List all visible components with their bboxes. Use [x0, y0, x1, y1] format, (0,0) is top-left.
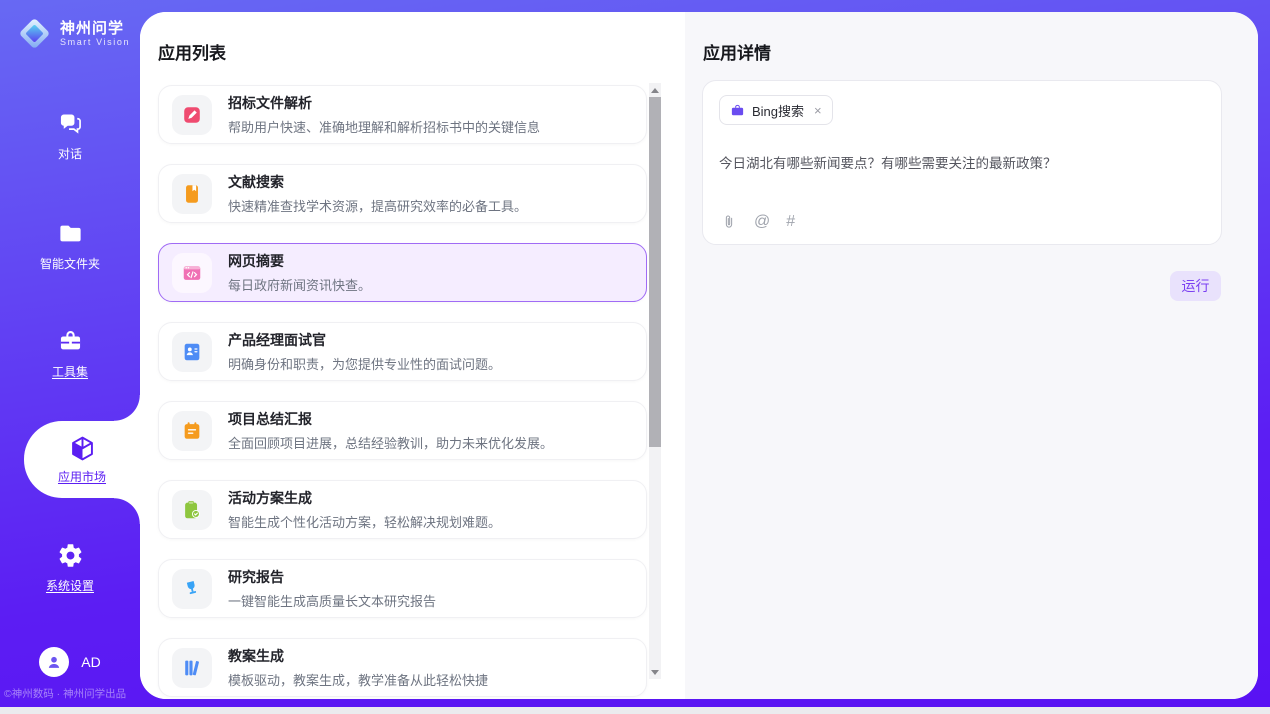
app-name: 招标文件解析	[228, 93, 540, 113]
sidebar-item-label: 应用市场	[58, 468, 106, 485]
app-name: 研究报告	[228, 567, 436, 587]
scroll-up-icon[interactable]	[649, 83, 661, 97]
scrollbar-thumb[interactable]	[649, 97, 661, 447]
sidebar-footer: ©神州数码 · 神州问学出品	[4, 686, 140, 701]
scroll-down-icon[interactable]	[649, 665, 661, 679]
prompt-input[interactable]: 今日湖北有哪些新闻要点？有哪些需要关注的最新政策？	[719, 152, 1205, 172]
app-name: 活动方案生成	[228, 488, 501, 508]
sidebar-item-app-market[interactable]: 应用市场	[24, 421, 140, 498]
app-desc: 全面回顾项目进展，总结经验教训，助力未来优化发展。	[228, 433, 553, 452]
run-button[interactable]: 运行	[1170, 271, 1221, 301]
app-desc: 智能生成个性化活动方案，轻松解决规划难题。	[228, 512, 501, 531]
edit-doc-icon	[172, 95, 212, 135]
interview-icon	[172, 332, 212, 372]
app-desc: 帮助用户快速、准确地理解和解析招标书中的关键信息	[228, 117, 540, 136]
toolbox-icon	[57, 328, 84, 355]
books-icon	[172, 648, 212, 688]
gear-icon	[57, 542, 84, 569]
app-desc: 明确身份和职责，为您提供专业性的面试问题。	[228, 354, 501, 373]
app-desc: 模板驱动，教案生成，教学准备从此轻松快捷	[228, 670, 488, 689]
folder-icon	[57, 220, 84, 247]
app-card-bid-parse[interactable]: 招标文件解析 帮助用户快速、准确地理解和解析招标书中的关键信息	[158, 85, 647, 144]
sidebar-item-label: 对话	[58, 145, 82, 162]
app-list-panel: 应用列表 招标文件解析 帮助用户快速、准确地理解和解析招标书中的关键信息	[140, 12, 685, 699]
logo: 神州问学 Smart Vision	[16, 15, 130, 52]
app-desc: 快速精准查找学术资源，提高研究效率的必备工具。	[228, 196, 527, 215]
chat-icon	[57, 110, 84, 137]
book-icon	[172, 174, 212, 214]
cube-icon	[68, 434, 97, 463]
close-icon[interactable]: ×	[814, 103, 822, 118]
app-card-lesson-plan[interactable]: 教案生成 模板驱动，教案生成，教学准备从此轻松快捷	[158, 638, 647, 697]
app-name: 文献搜索	[228, 172, 527, 192]
list-scrollbar[interactable]	[649, 83, 661, 679]
app-name: 教案生成	[228, 646, 488, 666]
app-desc: 每日政府新闻资讯快查。	[228, 275, 371, 294]
app-card-research-report[interactable]: 研究报告 一键智能生成高质量长文本研究报告	[158, 559, 647, 618]
person-icon	[44, 652, 64, 672]
input-toolbar: @ #	[720, 213, 795, 231]
sidebar-item-label: 智能文件夹	[40, 255, 100, 272]
hash-icon[interactable]: #	[786, 213, 795, 231]
app-detail-panel: 应用详情 Bing搜索 × 今日湖北有哪些新闻要点？有哪些需要关注的最新政策？ …	[685, 12, 1258, 699]
app-card-literature-search[interactable]: 文献搜索 快速精准查找学术资源，提高研究效率的必备工具。	[158, 164, 647, 223]
mention-icon[interactable]: @	[754, 213, 770, 231]
sidebar-item-label: 工具集	[52, 363, 88, 380]
logo-diamond-icon	[16, 15, 53, 52]
app-list: 招标文件解析 帮助用户快速、准确地理解和解析招标书中的关键信息 文献搜索 快速精…	[158, 85, 647, 697]
user-row[interactable]: AD	[0, 647, 140, 677]
app-desc: 一键智能生成高质量长文本研究报告	[228, 591, 436, 610]
paperclip-icon[interactable]	[720, 213, 738, 231]
app-card-pm-interviewer[interactable]: 产品经理面试官 明确身份和职责，为您提供专业性的面试问题。	[158, 322, 647, 381]
app-card-event-plan[interactable]: 活动方案生成 智能生成个性化活动方案，轻松解决规划难题。	[158, 480, 647, 539]
app-name: 网页摘要	[228, 251, 371, 271]
sidebar-item-toolset[interactable]: 工具集	[0, 328, 140, 380]
tool-tag-label: Bing搜索	[752, 101, 804, 120]
app-detail-title: 应用详情	[703, 39, 771, 64]
briefcase-icon	[730, 103, 745, 118]
logo-title: 神州问学	[60, 20, 130, 37]
logo-subtitle: Smart Vision	[60, 37, 130, 47]
app-name: 产品经理面试官	[228, 330, 501, 350]
avatar	[39, 647, 69, 677]
app-window: 神州问学 Smart Vision 对话 智能文件夹 工具	[0, 0, 1270, 707]
app-list-title: 应用列表	[158, 39, 226, 64]
report-note-icon	[172, 411, 212, 451]
sidebar: 神州问学 Smart Vision 对话 智能文件夹 工具	[0, 0, 140, 707]
browser-code-icon	[172, 253, 212, 293]
prompt-card: Bing搜索 × 今日湖北有哪些新闻要点？有哪些需要关注的最新政策？ @ #	[702, 80, 1222, 245]
sidebar-item-smart-folder[interactable]: 智能文件夹	[0, 220, 140, 272]
sidebar-item-chat[interactable]: 对话	[0, 110, 140, 162]
app-card-project-summary[interactable]: 项目总结汇报 全面回顾项目进展，总结经验教训，助力未来优化发展。	[158, 401, 647, 460]
user-initials: AD	[81, 654, 100, 670]
app-name: 项目总结汇报	[228, 409, 553, 429]
app-card-web-summary[interactable]: 网页摘要 每日政府新闻资讯快查。	[158, 243, 647, 302]
sidebar-active-bubble: 应用市场	[24, 421, 140, 498]
main-content: 应用列表 招标文件解析 帮助用户快速、准确地理解和解析招标书中的关键信息	[140, 12, 1258, 699]
clipboard-check-icon	[172, 490, 212, 530]
research-icon	[172, 569, 212, 609]
tool-tag-bing-search[interactable]: Bing搜索 ×	[719, 95, 833, 125]
sidebar-item-label: 系统设置	[46, 577, 94, 594]
sidebar-item-settings[interactable]: 系统设置	[0, 542, 140, 594]
